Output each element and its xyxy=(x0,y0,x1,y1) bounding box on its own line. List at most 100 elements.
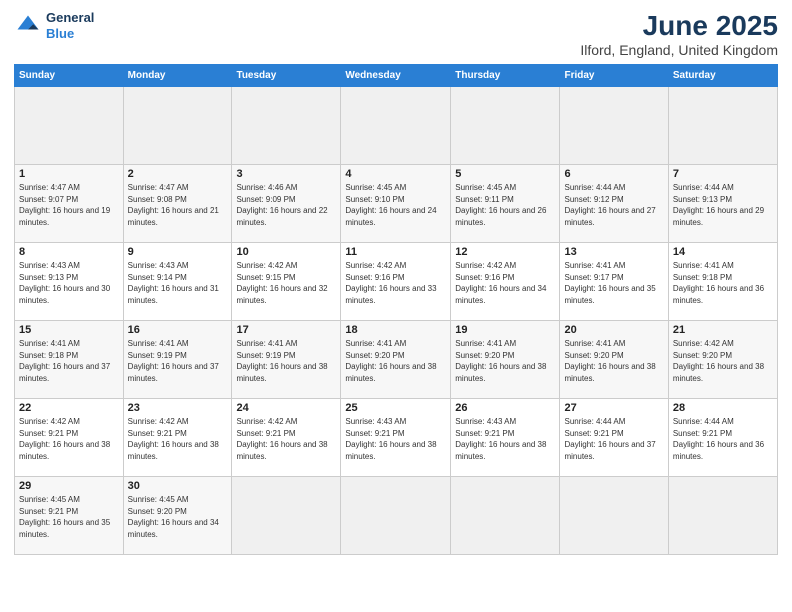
calendar-cell xyxy=(560,477,668,555)
calendar-cell: 24 Sunrise: 4:42 AM Sunset: 9:21 PM Dayl… xyxy=(232,399,341,477)
sunset-label: Sunset: 9:17 PM xyxy=(564,273,623,282)
daylight-label: Daylight: 16 hours and 31 minutes. xyxy=(128,284,219,305)
day-info: Sunrise: 4:46 AM Sunset: 9:09 PM Dayligh… xyxy=(236,182,336,228)
day-info: Sunrise: 4:41 AM Sunset: 9:19 PM Dayligh… xyxy=(128,338,228,384)
sunrise-label: Sunrise: 4:47 AM xyxy=(128,183,189,192)
day-number: 30 xyxy=(128,480,228,492)
day-number: 25 xyxy=(345,402,446,414)
day-number: 2 xyxy=(128,168,228,180)
day-info: Sunrise: 4:44 AM Sunset: 9:21 PM Dayligh… xyxy=(564,416,663,462)
day-info: Sunrise: 4:45 AM Sunset: 9:20 PM Dayligh… xyxy=(128,494,228,540)
sunset-label: Sunset: 9:21 PM xyxy=(673,429,732,438)
day-info: Sunrise: 4:43 AM Sunset: 9:21 PM Dayligh… xyxy=(345,416,446,462)
day-info: Sunrise: 4:42 AM Sunset: 9:21 PM Dayligh… xyxy=(19,416,119,462)
title-block: June 2025 Ilford, England, United Kingdo… xyxy=(580,10,778,58)
calendar-cell xyxy=(232,87,341,165)
day-number: 9 xyxy=(128,246,228,258)
col-wednesday: Wednesday xyxy=(341,65,451,87)
day-number: 15 xyxy=(19,324,119,336)
calendar-cell xyxy=(668,477,777,555)
daylight-label: Daylight: 16 hours and 37 minutes. xyxy=(564,440,655,461)
calendar-cell: 5 Sunrise: 4:45 AM Sunset: 9:11 PM Dayli… xyxy=(451,165,560,243)
sunset-label: Sunset: 9:20 PM xyxy=(345,351,404,360)
sunset-label: Sunset: 9:12 PM xyxy=(564,195,623,204)
calendar-table: Sunday Monday Tuesday Wednesday Thursday… xyxy=(14,64,778,555)
calendar-cell: 17 Sunrise: 4:41 AM Sunset: 9:19 PM Dayl… xyxy=(232,321,341,399)
day-info: Sunrise: 4:42 AM Sunset: 9:15 PM Dayligh… xyxy=(236,260,336,306)
daylight-label: Daylight: 16 hours and 34 minutes. xyxy=(455,284,546,305)
calendar-cell xyxy=(451,87,560,165)
sunrise-label: Sunrise: 4:44 AM xyxy=(673,183,734,192)
daylight-label: Daylight: 16 hours and 21 minutes. xyxy=(128,206,219,227)
sunrise-label: Sunrise: 4:42 AM xyxy=(236,417,297,426)
sunrise-label: Sunrise: 4:43 AM xyxy=(128,261,189,270)
daylight-label: Daylight: 16 hours and 38 minutes. xyxy=(236,440,327,461)
daylight-label: Daylight: 16 hours and 35 minutes. xyxy=(19,518,110,539)
day-number: 13 xyxy=(564,246,663,258)
sunrise-label: Sunrise: 4:44 AM xyxy=(564,183,625,192)
day-number: 26 xyxy=(455,402,555,414)
daylight-label: Daylight: 16 hours and 26 minutes. xyxy=(455,206,546,227)
sunset-label: Sunset: 9:21 PM xyxy=(19,429,78,438)
day-info: Sunrise: 4:42 AM Sunset: 9:21 PM Dayligh… xyxy=(236,416,336,462)
day-number: 20 xyxy=(564,324,663,336)
calendar-week-6: 29 Sunrise: 4:45 AM Sunset: 9:21 PM Dayl… xyxy=(15,477,778,555)
day-info: Sunrise: 4:41 AM Sunset: 9:20 PM Dayligh… xyxy=(564,338,663,384)
sunset-label: Sunset: 9:21 PM xyxy=(564,429,623,438)
sunrise-label: Sunrise: 4:41 AM xyxy=(236,339,297,348)
sunset-label: Sunset: 9:09 PM xyxy=(236,195,295,204)
day-number: 11 xyxy=(345,246,446,258)
day-number: 22 xyxy=(19,402,119,414)
day-number: 8 xyxy=(19,246,119,258)
sunrise-label: Sunrise: 4:45 AM xyxy=(128,495,189,504)
sunset-label: Sunset: 9:20 PM xyxy=(673,351,732,360)
calendar-cell: 29 Sunrise: 4:45 AM Sunset: 9:21 PM Dayl… xyxy=(15,477,124,555)
calendar-header-row: Sunday Monday Tuesday Wednesday Thursday… xyxy=(15,65,778,87)
calendar-cell: 14 Sunrise: 4:41 AM Sunset: 9:18 PM Dayl… xyxy=(668,243,777,321)
daylight-label: Daylight: 16 hours and 38 minutes. xyxy=(128,440,219,461)
daylight-label: Daylight: 16 hours and 38 minutes. xyxy=(564,362,655,383)
subtitle: Ilford, England, United Kingdom xyxy=(580,42,778,58)
daylight-label: Daylight: 16 hours and 38 minutes. xyxy=(673,362,764,383)
day-number: 23 xyxy=(128,402,228,414)
calendar-cell: 2 Sunrise: 4:47 AM Sunset: 9:08 PM Dayli… xyxy=(123,165,232,243)
sunrise-label: Sunrise: 4:44 AM xyxy=(673,417,734,426)
sunset-label: Sunset: 9:21 PM xyxy=(345,429,404,438)
daylight-label: Daylight: 16 hours and 32 minutes. xyxy=(236,284,327,305)
day-info: Sunrise: 4:43 AM Sunset: 9:21 PM Dayligh… xyxy=(455,416,555,462)
calendar-cell: 27 Sunrise: 4:44 AM Sunset: 9:21 PM Dayl… xyxy=(560,399,668,477)
sunrise-label: Sunrise: 4:43 AM xyxy=(345,417,406,426)
sunrise-label: Sunrise: 4:41 AM xyxy=(564,261,625,270)
logo-text: General Blue xyxy=(46,10,94,41)
day-number: 29 xyxy=(19,480,119,492)
sunset-label: Sunset: 9:13 PM xyxy=(673,195,732,204)
calendar-cell: 15 Sunrise: 4:41 AM Sunset: 9:18 PM Dayl… xyxy=(15,321,124,399)
calendar-cell xyxy=(341,87,451,165)
day-number: 19 xyxy=(455,324,555,336)
day-info: Sunrise: 4:42 AM Sunset: 9:21 PM Dayligh… xyxy=(128,416,228,462)
day-info: Sunrise: 4:42 AM Sunset: 9:16 PM Dayligh… xyxy=(345,260,446,306)
calendar-cell xyxy=(15,87,124,165)
sunset-label: Sunset: 9:21 PM xyxy=(128,429,187,438)
day-info: Sunrise: 4:41 AM Sunset: 9:17 PM Dayligh… xyxy=(564,260,663,306)
col-saturday: Saturday xyxy=(668,65,777,87)
calendar-cell: 9 Sunrise: 4:43 AM Sunset: 9:14 PM Dayli… xyxy=(123,243,232,321)
logo-line2: Blue xyxy=(46,26,94,42)
sunset-label: Sunset: 9:21 PM xyxy=(236,429,295,438)
day-number: 27 xyxy=(564,402,663,414)
sunrise-label: Sunrise: 4:42 AM xyxy=(236,261,297,270)
sunset-label: Sunset: 9:18 PM xyxy=(19,351,78,360)
day-number: 10 xyxy=(236,246,336,258)
sunset-label: Sunset: 9:20 PM xyxy=(564,351,623,360)
calendar-cell: 1 Sunrise: 4:47 AM Sunset: 9:07 PM Dayli… xyxy=(15,165,124,243)
day-info: Sunrise: 4:42 AM Sunset: 9:16 PM Dayligh… xyxy=(455,260,555,306)
day-info: Sunrise: 4:45 AM Sunset: 9:10 PM Dayligh… xyxy=(345,182,446,228)
sunset-label: Sunset: 9:19 PM xyxy=(236,351,295,360)
daylight-label: Daylight: 16 hours and 38 minutes. xyxy=(455,362,546,383)
sunset-label: Sunset: 9:07 PM xyxy=(19,195,78,204)
sunset-label: Sunset: 9:15 PM xyxy=(236,273,295,282)
calendar-cell: 28 Sunrise: 4:44 AM Sunset: 9:21 PM Dayl… xyxy=(668,399,777,477)
calendar-cell: 13 Sunrise: 4:41 AM Sunset: 9:17 PM Dayl… xyxy=(560,243,668,321)
calendar-week-4: 15 Sunrise: 4:41 AM Sunset: 9:18 PM Dayl… xyxy=(15,321,778,399)
day-number: 24 xyxy=(236,402,336,414)
